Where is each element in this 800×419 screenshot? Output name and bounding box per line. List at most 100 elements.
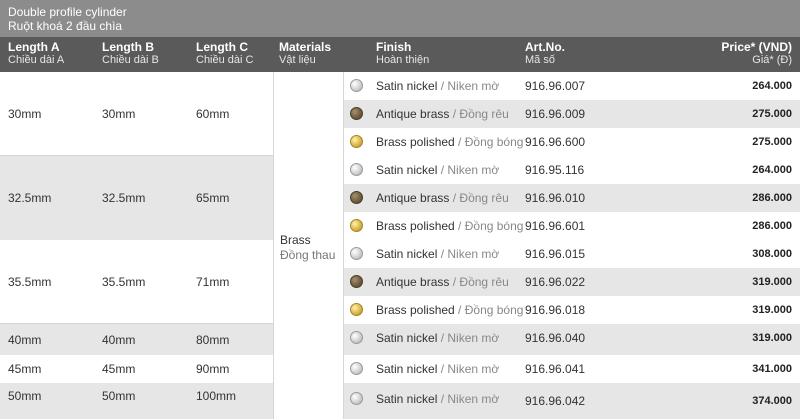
length-c-value: 65mm	[196, 191, 230, 205]
table-row: Brass polished / Đồng bóng 916.96.018 319.…	[344, 296, 800, 324]
finish-name: Brass polished	[376, 219, 455, 233]
finish-name: Satin nickel	[376, 331, 438, 345]
price-value: 319.000	[752, 276, 792, 288]
finish-name: Antique brass	[376, 191, 450, 205]
finish-name: Satin nickel	[376, 362, 438, 376]
article-number: 916.96.007	[525, 79, 586, 93]
length-a-value: 40mm	[8, 333, 42, 347]
price-value: 286.000	[752, 220, 792, 232]
finish-label: Satin nickel / Niken mờ	[376, 331, 499, 345]
finish-label: Satin nickel / Niken mờ	[376, 79, 499, 93]
finish-separator: /	[437, 362, 448, 376]
price-value: 319.000	[752, 332, 792, 344]
article-number: 916.96.040	[525, 331, 586, 345]
dimension-group: 40mm 40mm 80mm	[0, 324, 273, 355]
finish-name-vi: Đồng bóng	[464, 303, 524, 317]
satin-nickel-swatch	[350, 331, 363, 344]
table-header: Length A Chiều dài A Length B Chiều dài …	[0, 37, 800, 72]
finish-label: Antique brass / Đồng rêu	[376, 275, 509, 289]
length-b-value: 45mm	[102, 362, 136, 376]
finish-name-vi: Niken mờ	[447, 331, 500, 345]
material-label: Brass	[280, 233, 311, 247]
polished-brass-swatch	[350, 219, 363, 232]
finish-name: Satin nickel	[376, 247, 438, 261]
finish-name-vi: Niken mờ	[447, 392, 500, 406]
article-number: 916.96.041	[525, 362, 586, 376]
finish-name: Satin nickel	[376, 392, 438, 406]
finish-label: Antique brass / Đồng rêu	[376, 107, 509, 121]
finish-name: Brass polished	[376, 303, 455, 317]
table-row: Satin nickel / Niken mờ 916.96.015 308.000	[344, 240, 800, 268]
finish-separator: /	[437, 392, 448, 406]
price-value: 286.000	[752, 192, 792, 204]
price-value: 275.000	[752, 108, 792, 120]
table-title-vi: Ruột khoá 2 đầu chìa	[8, 19, 123, 33]
finish-separator: /	[437, 247, 448, 261]
price-value: 341.000	[752, 363, 792, 375]
header-materials: Materials Vật liệu	[279, 40, 332, 67]
finish-label: Brass polished / Đồng bóng	[376, 219, 523, 233]
finish-name-vi: Đồng bóng	[464, 219, 524, 233]
finish-name: Satin nickel	[376, 163, 438, 177]
price-value: 275.000	[752, 136, 792, 148]
article-number: 916.96.009	[525, 107, 586, 121]
finish-separator: /	[437, 331, 448, 345]
article-number: 916.96.601	[525, 219, 586, 233]
finish-label: Satin nickel / Niken mờ	[376, 163, 499, 177]
material-label-vi: Đồng thau	[280, 248, 336, 262]
finish-label: Antique brass / Đồng rêu	[376, 191, 509, 205]
finish-label: Satin nickel / Niken mờ	[376, 362, 499, 376]
finish-separator: /	[437, 163, 448, 177]
finish-separator: /	[437, 79, 448, 93]
length-b-value: 32.5mm	[102, 191, 146, 205]
length-c-value: 100mm	[196, 389, 237, 403]
header-price: Price* (VND) Giá* (Đ)	[721, 40, 792, 67]
table-title-bar: Double profile cylinder Ruột khoá 2 đầu …	[0, 0, 800, 37]
table-title: Double profile cylinder	[8, 5, 127, 19]
finish-separator: /	[449, 275, 460, 289]
finish-separator: /	[454, 219, 465, 233]
finish-name-vi: Đồng rêu	[459, 191, 509, 205]
dimension-group: 30mm 30mm 60mm	[0, 72, 273, 156]
finish-label: Brass polished / Đồng bóng	[376, 303, 523, 317]
table-row: Antique brass / Đồng rêu 916.96.009 275.00…	[344, 100, 800, 128]
price-value: 319.000	[752, 304, 792, 316]
length-b-value: 40mm	[102, 333, 136, 347]
article-number: 916.96.010	[525, 191, 586, 205]
price-value: 308.000	[752, 248, 792, 260]
satin-nickel-swatch	[350, 247, 363, 260]
finish-name: Antique brass	[376, 275, 450, 289]
finish-label: Satin nickel / Niken mờ	[376, 247, 499, 261]
table-row: Satin nickel / Niken mờ 916.96.042 374.000	[344, 383, 800, 419]
length-c-value: 60mm	[196, 107, 230, 121]
header-length-a: Length A Chiều dài A	[8, 40, 65, 67]
finish-name-vi: Niken mờ	[447, 79, 500, 93]
finish-name-vi: Niken mờ	[447, 163, 500, 177]
article-number: 916.96.022	[525, 275, 586, 289]
antique-brass-swatch	[350, 191, 363, 204]
article-number: 916.95.116	[525, 163, 585, 177]
table-row: Antique brass / Đồng rêu 916.96.010 286.00…	[344, 184, 800, 212]
satin-nickel-swatch	[350, 79, 363, 92]
article-number: 916.96.042	[525, 394, 586, 408]
dimension-group: 50mm 50mm 100mm	[0, 383, 273, 419]
header-artno: Art.No. Mã số	[525, 40, 565, 67]
price-value: 264.000	[752, 164, 792, 176]
finish-name: Brass polished	[376, 135, 455, 149]
materials-column: Brass Đồng thau	[273, 72, 344, 419]
header-length-c: Length C Chiều dài C	[196, 40, 254, 67]
finish-name-vi: Đồng rêu	[459, 107, 509, 121]
length-a-value: 30mm	[8, 107, 42, 121]
finish-name-vi: Niken mờ	[447, 247, 500, 261]
length-a-value: 32.5mm	[8, 191, 52, 205]
header-finish: Finish Hoàn thiện	[376, 40, 430, 67]
header-length-b: Length B Chiều dài B	[102, 40, 159, 67]
finish-separator: /	[449, 191, 460, 205]
length-a-value: 45mm	[8, 362, 42, 376]
table-row: Antique brass / Đồng rêu 916.96.022 319.00…	[344, 268, 800, 296]
price-value: 264.000	[752, 80, 792, 92]
satin-nickel-swatch	[350, 362, 363, 375]
finish-name-vi: Đồng bóng	[464, 135, 524, 149]
article-number: 916.96.018	[525, 303, 586, 317]
length-a-value: 50mm	[8, 389, 42, 403]
